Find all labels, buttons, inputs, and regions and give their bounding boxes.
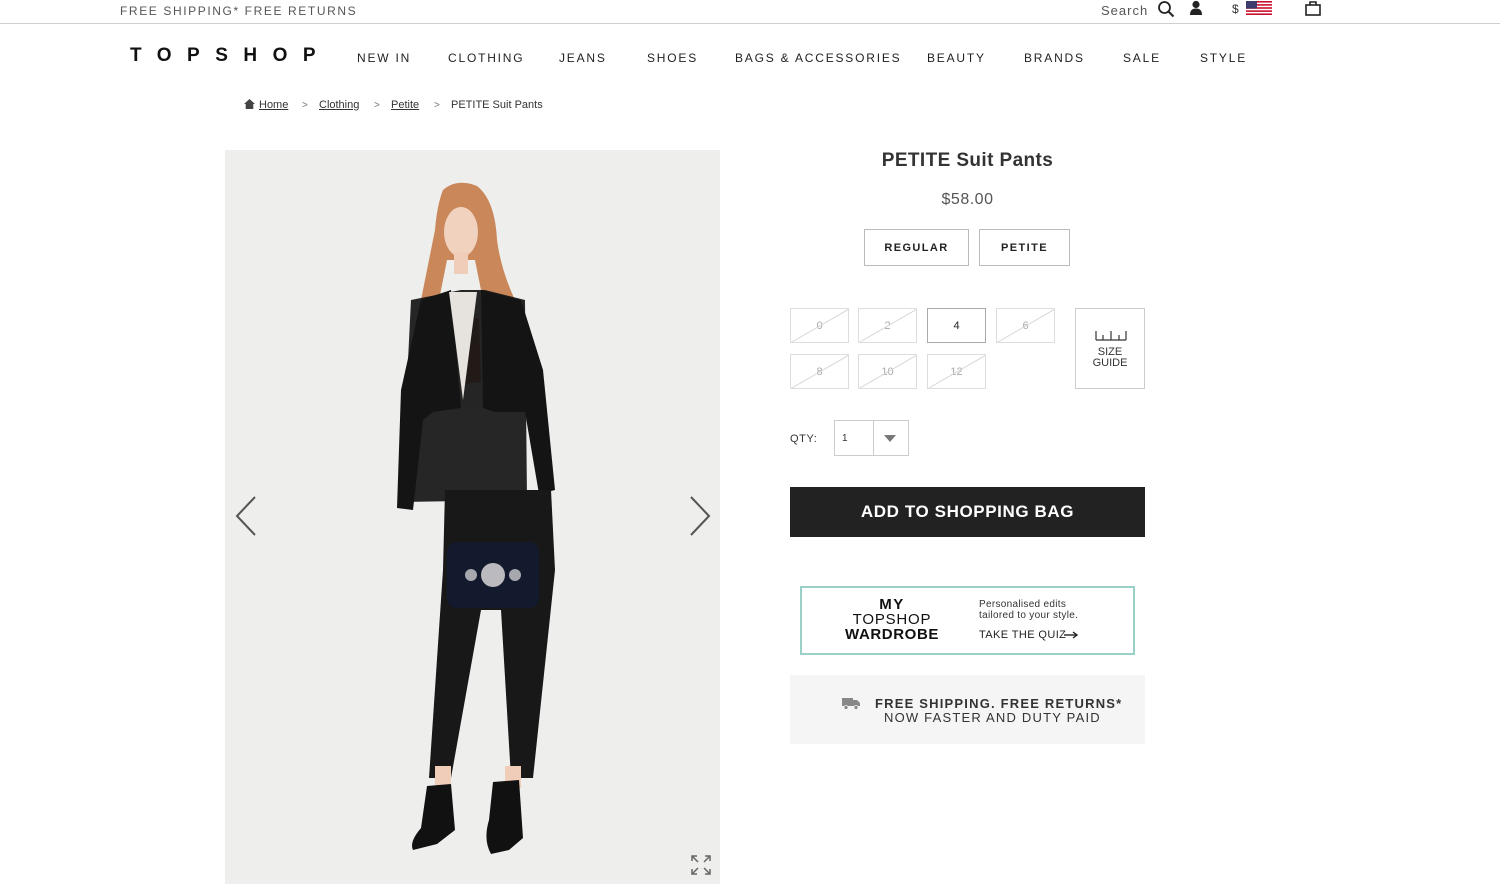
- size-option-12[interactable]: 12: [927, 354, 986, 389]
- size-label: 4: [953, 319, 960, 332]
- nav-item-sale[interactable]: SALE: [1123, 51, 1161, 65]
- wardrobe-description: Personalised edits tailored to your styl…: [979, 599, 1079, 621]
- arrow-right-icon: [1064, 631, 1078, 639]
- size-label: 10: [881, 365, 894, 378]
- nav-item-clothing[interactable]: CLOTHING: [448, 51, 524, 65]
- size-guide-label: SIZE GUIDE: [1092, 346, 1128, 369]
- size-label: 12: [950, 365, 963, 378]
- breadcrumb-separator: >: [374, 100, 380, 111]
- my-topshop-wardrobe-banner[interactable]: MY TOPSHOP WARDROBE Personalised edits t…: [800, 586, 1135, 655]
- size-option-2[interactable]: 2: [858, 308, 917, 343]
- quantity-select[interactable]: 1: [834, 420, 909, 456]
- quantity-value: 1: [842, 433, 848, 444]
- search-icon[interactable]: [1157, 0, 1175, 18]
- account-icon[interactable]: [1189, 0, 1203, 16]
- breadcrumb-clothing[interactable]: Clothing: [319, 99, 359, 111]
- nav-item-brands[interactable]: BRANDS: [1024, 51, 1085, 65]
- size-option-10[interactable]: 10: [858, 354, 917, 389]
- size-option-4[interactable]: 4: [927, 308, 986, 343]
- product-image-gallery[interactable]: [225, 150, 720, 884]
- nav-item-bags-accessories[interactable]: BAGS & ACCESSORIES: [735, 51, 901, 65]
- nav-item-style[interactable]: STYLE: [1200, 51, 1247, 65]
- home-icon[interactable]: [244, 99, 255, 109]
- shipping-info-banner: FREE SHIPPING. FREE RETURNS* NOW FASTER …: [790, 675, 1145, 744]
- chevron-right-icon[interactable]: [687, 495, 713, 537]
- wardrobe-logo-line: TOPSHOP: [852, 611, 932, 628]
- size-option-8[interactable]: 8: [790, 354, 849, 389]
- breadcrumb-home[interactable]: Home: [259, 99, 288, 111]
- nav-item-beauty[interactable]: BEAUTY: [927, 51, 986, 65]
- size-option-0[interactable]: 0: [790, 308, 849, 343]
- product-title: PETITE Suit Pants: [881, 150, 1054, 171]
- currency-selector[interactable]: $: [1232, 2, 1239, 16]
- truck-icon: [842, 698, 860, 710]
- divider: [873, 421, 874, 455]
- breadcrumb-current: PETITE Suit Pants: [451, 99, 543, 111]
- chevron-left-icon[interactable]: [233, 495, 259, 537]
- us-flag-icon[interactable]: [1246, 1, 1272, 15]
- ruler-icon: [1095, 331, 1127, 341]
- chevron-down-icon: [884, 435, 896, 442]
- breadcrumb-petite[interactable]: Petite: [391, 99, 419, 111]
- size-option-6[interactable]: 6: [996, 308, 1055, 343]
- size-label: 0: [816, 319, 823, 332]
- product-photo: [225, 150, 720, 884]
- nav-item-jeans[interactable]: JEANS: [559, 51, 607, 65]
- shipping-promo-text: FREE SHIPPING* FREE RETURNS: [120, 4, 358, 18]
- wardrobe-logo-line: WARDROBE: [845, 626, 939, 643]
- take-quiz-link[interactable]: TAKE THE QUIZ: [979, 629, 1066, 641]
- shipping-subline: NOW FASTER AND DUTY PAID: [884, 710, 1101, 725]
- shopping-bag-icon[interactable]: [1305, 0, 1321, 16]
- product-price: $58.00: [941, 191, 994, 208]
- shipping-headline: FREE SHIPPING. FREE RETURNS*: [875, 696, 1123, 711]
- utility-bar: FREE SHIPPING* FREE RETURNS Search $: [0, 0, 1500, 24]
- nav-item-new-in[interactable]: NEW IN: [357, 51, 411, 65]
- quantity-label: QTY:: [790, 433, 818, 445]
- size-label: 8: [816, 365, 823, 378]
- topshop-logo[interactable]: TOPSHOP: [130, 45, 331, 67]
- breadcrumb-separator: >: [434, 100, 440, 111]
- size-guide-button[interactable]: SIZE GUIDE: [1075, 308, 1145, 389]
- wardrobe-logo: MY TOPSHOP WARDROBE: [842, 597, 942, 642]
- wardrobe-logo-line: MY: [879, 596, 905, 613]
- search-label[interactable]: Search: [1101, 3, 1148, 18]
- breadcrumb-separator: >: [302, 100, 308, 111]
- expand-icon[interactable]: [691, 855, 711, 875]
- size-label: 2: [884, 319, 891, 332]
- size-label: 6: [1022, 319, 1029, 332]
- nav-item-shoes[interactable]: SHOES: [647, 51, 698, 65]
- fit-regular-button[interactable]: REGULAR: [864, 229, 969, 266]
- fit-petite-button[interactable]: PETITE: [979, 229, 1070, 266]
- add-to-bag-button[interactable]: ADD TO SHOPPING BAG: [790, 487, 1145, 537]
